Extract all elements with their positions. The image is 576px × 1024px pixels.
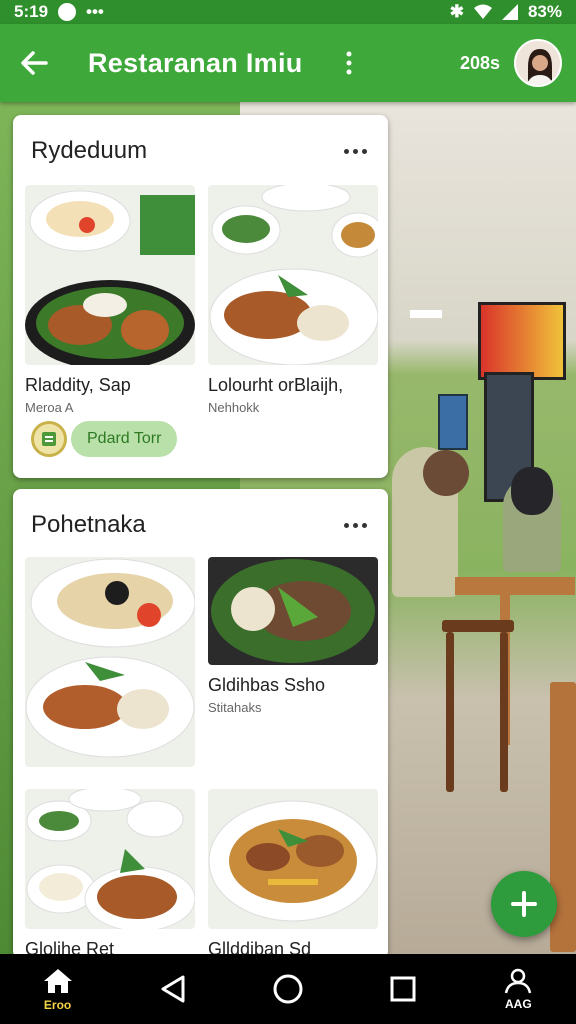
dish-name: Gldihbas Ssho xyxy=(208,675,326,695)
circle-home-icon xyxy=(273,974,303,1004)
system-recents-button[interactable] xyxy=(363,954,443,1024)
dish-name: Lolourht orBlaijh, xyxy=(208,375,344,395)
dish-image xyxy=(208,557,378,665)
dish-tile[interactable]: Gldihbas Ssho Stitahaks xyxy=(208,557,378,715)
ceiling-light xyxy=(410,310,442,318)
card-title: Pohetnaka xyxy=(31,511,146,538)
signal-icon xyxy=(501,4,518,20)
category-card[interactable]: Pohetnaka Gldihbas Ssho Stitahaks Glolih… xyxy=(13,489,388,959)
dish-tile[interactable] xyxy=(25,557,195,767)
system-home-button[interactable] xyxy=(248,954,328,1024)
poster xyxy=(438,394,468,450)
chair xyxy=(442,620,514,632)
dish-subtitle: Stitahaks xyxy=(208,700,262,715)
app-bar: Restaranan Imiu 208s xyxy=(0,24,576,102)
notification-icon xyxy=(58,3,77,21)
card-more-button[interactable] xyxy=(340,515,370,535)
dish-image xyxy=(25,185,195,365)
bottom-navigation: Eroo AAG xyxy=(0,954,576,1024)
triangle-back-icon xyxy=(161,975,185,1003)
count-label: 208s xyxy=(459,52,500,73)
diner-person-head xyxy=(511,467,553,515)
bluetooth-icon: ✱ xyxy=(449,2,464,21)
status-bar: 5:19 ••• ✱ 83% xyxy=(0,0,576,24)
chair-leg xyxy=(446,632,454,792)
square-recents-icon xyxy=(390,976,416,1002)
menu-board xyxy=(478,302,566,380)
more-notifications-icon: ••• xyxy=(86,2,104,21)
plus-icon xyxy=(511,891,537,917)
diner-person-head xyxy=(423,450,469,496)
dining-table xyxy=(455,577,575,595)
status-time: 5:19 xyxy=(14,2,49,21)
dish-tile[interactable]: Lolourht orBlaijh, Nehhokk xyxy=(208,185,378,415)
avatar[interactable] xyxy=(514,39,562,87)
arrow-left-icon xyxy=(21,51,48,75)
system-back-button[interactable] xyxy=(133,954,213,1024)
kebab-icon xyxy=(346,51,352,75)
dish-image xyxy=(208,789,378,929)
dish-name: Rladdity, Sap xyxy=(25,375,131,395)
dish-image xyxy=(25,789,195,929)
certificate-icon xyxy=(31,421,67,457)
wifi-icon xyxy=(473,4,492,19)
home-icon xyxy=(43,968,72,993)
dish-subtitle: Nehhokk xyxy=(208,400,260,415)
home-nav-button[interactable]: Eroo xyxy=(18,954,98,1024)
card-title: Rydeduum xyxy=(31,137,148,164)
back-button[interactable] xyxy=(14,43,54,83)
overflow-menu-button[interactable] xyxy=(337,43,361,83)
home-nav-label: Eroo xyxy=(43,997,72,1012)
dish-tile[interactable]: Gllddiban Sd xyxy=(208,789,378,959)
tag-chip[interactable]: Pdard Torr xyxy=(71,421,178,457)
chair-leg xyxy=(500,632,508,792)
account-nav-button[interactable]: AAG xyxy=(478,954,558,1024)
person-icon xyxy=(505,968,532,993)
dish-tile[interactable]: Glolihe Ret xyxy=(25,789,195,959)
battery-text: 83% xyxy=(527,2,562,21)
dish-subtitle: Meroa A xyxy=(25,400,74,415)
card-tag-row: Pdard Torr xyxy=(31,421,178,457)
add-fab-button[interactable] xyxy=(491,871,557,937)
user-photo-icon xyxy=(516,41,560,85)
card-more-button[interactable] xyxy=(340,141,370,161)
account-nav-label: AAG xyxy=(505,996,532,1011)
dish-tile[interactable]: Rladdity, Sap Meroa A xyxy=(25,185,195,415)
category-card[interactable]: Rydeduum Rladdity, Sap Meroa A Lolourht … xyxy=(13,115,388,478)
page-title: Restaranan Imiu xyxy=(88,47,303,78)
dish-image xyxy=(25,557,195,767)
dish-image xyxy=(208,185,378,365)
